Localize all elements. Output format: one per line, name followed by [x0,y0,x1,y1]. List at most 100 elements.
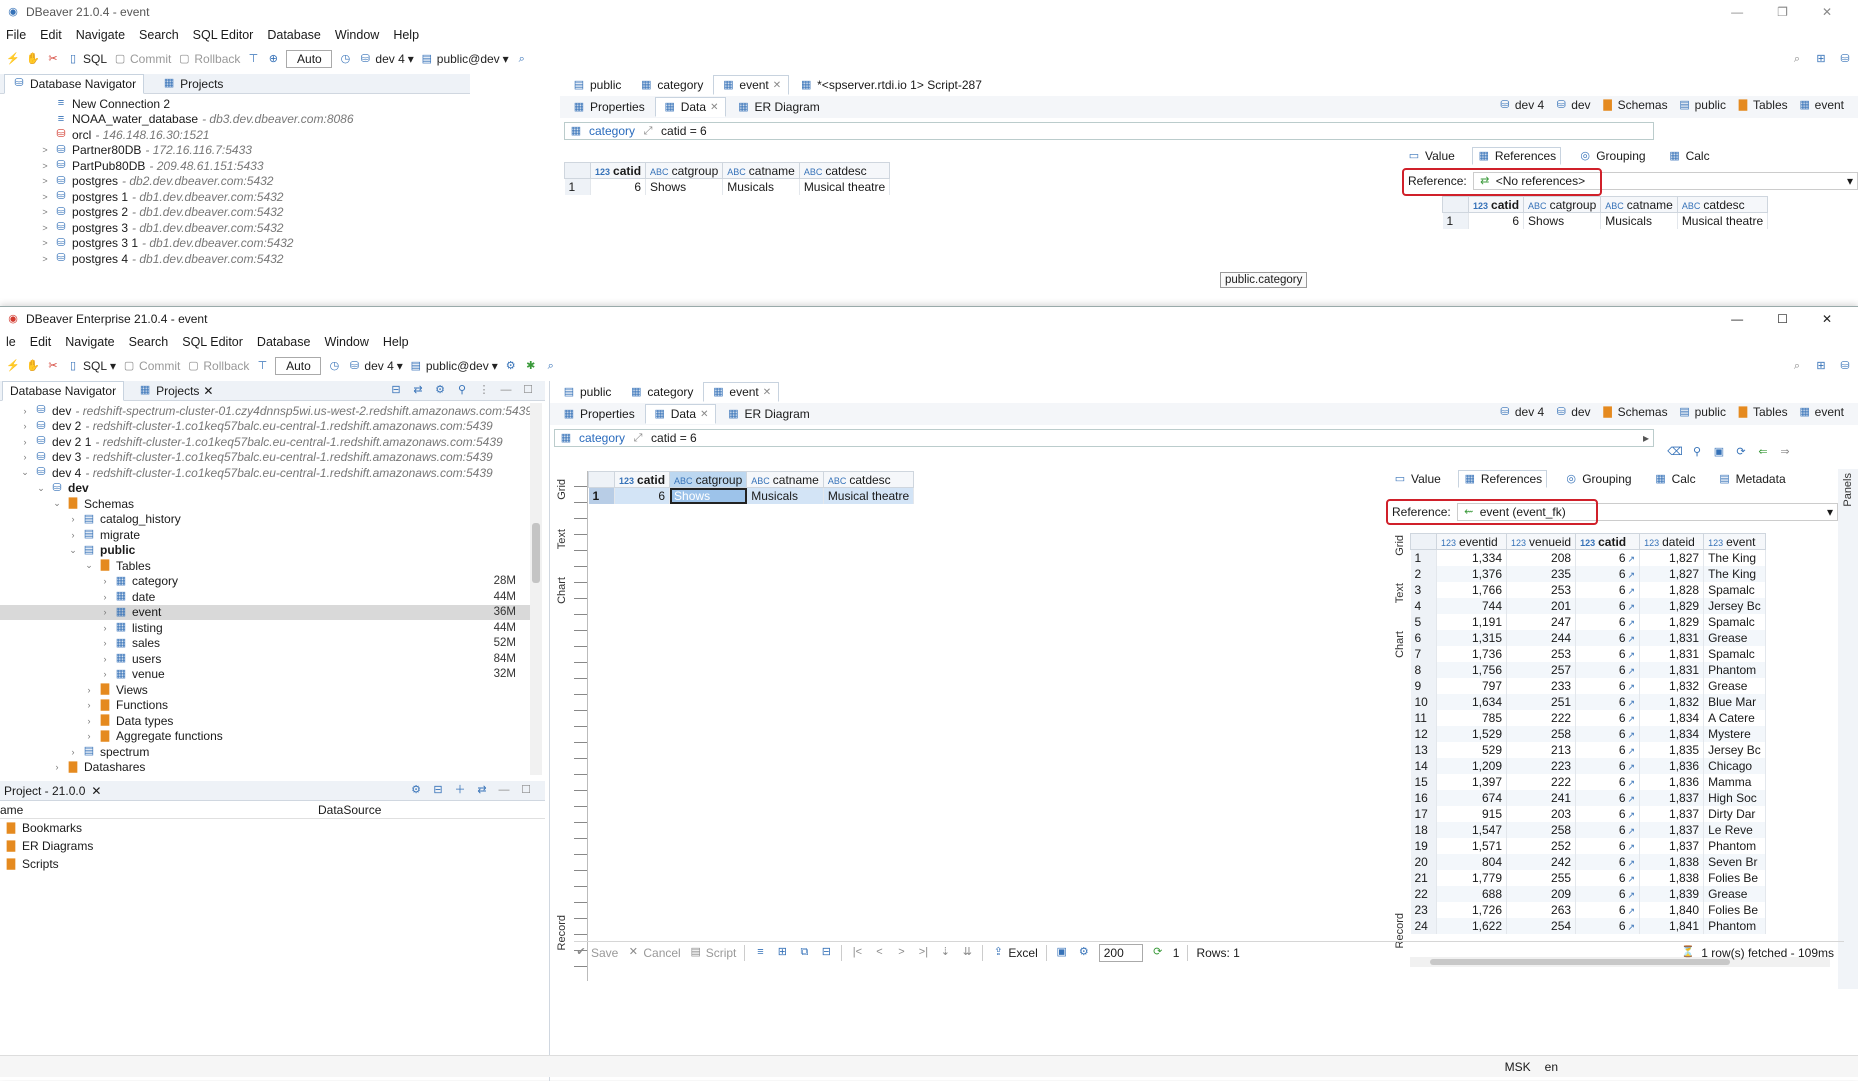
cell[interactable]: 1,831 [1639,629,1705,646]
cell[interactable]: Musicals [1600,212,1678,229]
table-row[interactable]: 5 1,191 247 6 ↗ 1,829 Spamalc [1410,613,1766,630]
table-row[interactable]: 1 6 Shows Musicals Musical theatre [1442,212,1769,229]
last-page-icon[interactable]: >| [916,946,930,960]
debug-icon[interactable]: ✱ [524,359,538,373]
cell[interactable]: 1,840 [1639,901,1705,918]
tree-item-public[interactable]: ⌄ ▤ public [0,543,530,559]
cell[interactable]: 213 [1506,741,1577,758]
transaction-mode-icon[interactable]: ⊤ [246,52,260,66]
expand-icon[interactable]: › [20,406,30,416]
expand-icon[interactable]: › [100,576,110,586]
minimize-view-icon[interactable]: — [497,784,511,798]
cell[interactable]: 1,832 [1639,693,1705,710]
cell[interactable]: Shows [645,178,724,195]
expand-icon[interactable]: › [52,762,62,772]
maximize-view-icon[interactable]: ☐ [519,784,533,798]
panel-tab-value[interactable]: ▭ Value [1402,147,1460,165]
cell[interactable]: 244 [1506,629,1577,646]
breadcrumb-item[interactable]: ▇ Schemas [1601,405,1667,419]
cancel-button[interactable]: ✕ Cancel [626,946,681,960]
cell[interactable]: 6 ↗ [1575,757,1641,774]
breadcrumb-item[interactable]: ▇ Tables [1736,405,1788,419]
scrollbar-thumb[interactable] [532,523,540,583]
fk-link-icon[interactable]: ↗ [1628,666,1636,676]
table-row[interactable]: 7 1,736 253 6 ↗ 1,831 Spamalc [1410,645,1766,662]
settings-icon[interactable]: ⚙ [1077,946,1091,960]
cell[interactable]: 1,831 [1639,661,1705,678]
tree-item-datashares[interactable]: › ▇ Datashares [0,760,530,776]
column-header-catdesc[interactable]: ABC catdesc [822,471,915,488]
table-row[interactable]: 22 688 209 6 ↗ 1,839 Grease [1410,885,1766,902]
table-row[interactable]: 19 1,571 252 6 ↗ 1,837 Phantom [1410,837,1766,854]
fk-link-icon[interactable]: ↗ [1628,922,1636,932]
tab-properties[interactable]: ▦ Properties [554,404,643,424]
new-connection-icon[interactable]: ⚡ [6,52,20,66]
cell[interactable]: 1,756 [1436,661,1507,678]
column-header-catid[interactable]: 123 catid [613,471,671,488]
cell[interactable]: 6 [1468,212,1525,229]
tree-item-views[interactable]: › ▇ Views [0,682,530,698]
ref-vtab-grid[interactable]: Grid [1394,535,1406,556]
cell[interactable]: 1,829 [1639,597,1705,614]
table-row[interactable]: 8 1,756 257 6 ↗ 1,831 Phantom [1410,661,1766,678]
filter-icon[interactable]: ⚲ [455,384,469,398]
cell[interactable]: 6 ↗ [1575,885,1641,902]
cell[interactable]: Folies Be [1703,869,1766,886]
fk-link-icon[interactable]: ↗ [1628,714,1636,724]
global-search-icon[interactable]: ⌕ [1790,52,1804,66]
cell[interactable]: 674 [1436,789,1507,806]
tree-item[interactable]: > ⛁ postgres 3 1- db1.dev.dbeaver.com:5432 [0,236,470,252]
expand-icon[interactable]: > [40,223,50,233]
rollback-button[interactable]: ▢ Rollback [177,52,240,66]
tree-item-dev-4[interactable]: ⌄ ⛁ dev 4- redshift-cluster-1.co1keq57balc… [0,465,530,481]
cell[interactable]: 233 [1506,677,1577,694]
panel-tab-grouping[interactable]: ◎ Grouping [1559,470,1636,488]
cell[interactable]: 6 ↗ [1575,581,1641,598]
cell[interactable]: The King [1703,565,1766,582]
edit-row-icon[interactable]: ≡ [753,946,767,960]
maximize-icon[interactable]: ☐ [1777,312,1788,326]
cell[interactable]: 1,837 [1639,821,1705,838]
cell[interactable]: 203 [1506,805,1577,822]
cell[interactable]: Blue Mar [1703,693,1766,710]
tab-category[interactable]: ▦ category [621,382,701,402]
table-row[interactable]: 3 1,766 253 6 ↗ 1,828 Spamalc [1410,581,1766,598]
cell[interactable]: 1,828 [1639,581,1705,598]
panel-tab-calc[interactable]: ▦ Calc [1649,470,1701,488]
tab-properties[interactable]: ▦ Properties [564,97,653,117]
refresh-icon[interactable]: ⟳ [1734,445,1748,459]
tree-item[interactable]: > ⛁ postgres 1- db1.dev.dbeaver.com:5432 [0,189,470,205]
cell[interactable]: Musical theatre [1677,212,1769,229]
cell[interactable]: The King [1703,549,1766,566]
panel-tab-calc[interactable]: ▦ Calc [1663,147,1715,165]
tab-er-diagram[interactable]: ▦ ER Diagram [718,404,817,424]
cell[interactable]: 222 [1506,773,1577,790]
expand-icon[interactable]: › [20,437,30,447]
cell[interactable]: 1,827 [1639,549,1705,566]
cell[interactable]: Musicals [746,487,824,504]
table-row[interactable]: 9 797 233 6 ↗ 1,832 Grease [1410,677,1766,694]
cell[interactable]: 6 [614,487,671,504]
cell[interactable]: Musical theatre [823,487,915,504]
fk-link-icon[interactable]: ↗ [1628,634,1636,644]
expand-icon[interactable]: › [100,592,110,602]
apply-filter-icon[interactable]: ▸ [1643,431,1649,445]
cell[interactable]: 201 [1506,597,1577,614]
project-item[interactable]: ▇ Bookmarks [0,819,545,837]
project-title[interactable]: Project - 21.0.0 [4,784,85,798]
cell[interactable]: 1,191 [1436,613,1507,630]
tab-event[interactable]: ▦ event ✕ [703,382,780,402]
fetch-next-icon[interactable]: ⇣ [938,946,952,960]
cell[interactable]: 6 ↗ [1575,917,1641,934]
project-item[interactable]: ▇ Scripts [0,855,545,873]
search-icon[interactable]: ⌕ [544,359,558,373]
cell[interactable]: 1,726 [1436,901,1507,918]
sql-button[interactable]: ▯ SQL ▾ [66,359,116,373]
table-row[interactable]: 18 1,547 258 6 ↗ 1,837 Le Reve [1410,821,1766,838]
commit-mode-auto[interactable]: Auto [286,50,333,68]
expand-icon[interactable]: ⌄ [20,467,30,478]
tab-data[interactable]: ▦ Data ✕ [654,97,727,117]
expand-icon[interactable]: › [84,685,94,695]
tab-public[interactable]: ▤ public [564,75,629,95]
table-row[interactable]: 2 1,376 235 6 ↗ 1,827 The King [1410,565,1766,582]
